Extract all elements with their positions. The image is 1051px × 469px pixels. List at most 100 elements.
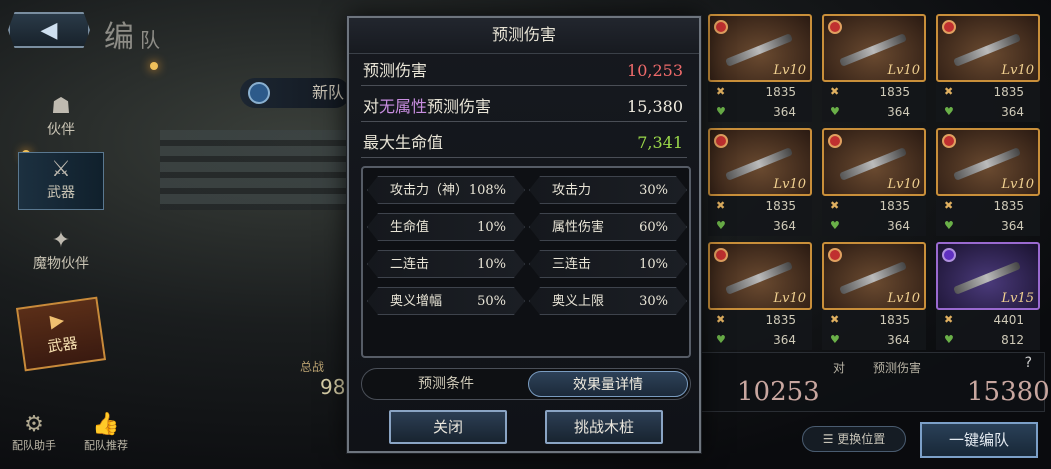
weapon-hp-value: 364: [1001, 219, 1024, 233]
list-icon: ☰: [822, 432, 838, 446]
element-gem-icon: [942, 20, 956, 34]
sidebar-item-monster[interactable]: ✦ 魔物伙伴: [18, 228, 104, 273]
buff-name: 二连击: [390, 257, 430, 272]
tab-effect-details[interactable]: 效果量详情: [528, 371, 688, 397]
weapon-attack-row: ✖ 4401: [936, 310, 1040, 330]
weapon-hp-value: 364: [1001, 105, 1024, 119]
weapon-hp-value: 364: [773, 219, 796, 233]
weapon-card[interactable]: Lv10 ✖ 1835 ♥ 364: [708, 128, 812, 236]
sword-icon: ✖: [944, 313, 954, 326]
dialog-title: 预测伤害: [349, 18, 699, 54]
sidebar-item-partner[interactable]: ☗ 伙伴: [18, 94, 104, 139]
stairs-decoration: [160, 130, 350, 210]
heart-icon: ♥: [716, 219, 726, 232]
buff-item: 属性伤害 60%: [529, 213, 687, 241]
element-gem-icon: [714, 20, 728, 34]
page-title: 编队: [104, 20, 166, 55]
weapon-card[interactable]: Lv10 ✖ 1835 ♥ 364: [936, 14, 1040, 122]
team-name-tag[interactable]: 新队: [240, 78, 350, 108]
close-button[interactable]: 关闭: [389, 410, 507, 444]
weapon-hp-row: ♥ 364: [822, 330, 926, 350]
weapon-attack-row: ✖ 1835: [822, 310, 926, 330]
buff-item: 生命值 10%: [367, 213, 525, 241]
element-gem-icon: [828, 248, 842, 262]
weapon-level: Lv10: [773, 291, 806, 306]
heart-icon: ♥: [830, 219, 840, 232]
weapon-attack-value: 1835: [993, 199, 1024, 213]
heart-icon: ♥: [716, 333, 726, 346]
swap-position-button[interactable]: ☰ 更换位置: [802, 426, 906, 452]
weapon-blade-icon: [839, 261, 907, 295]
weapon-image: Lv10: [936, 14, 1040, 82]
vs-element-damage-row: 对无属性预测伤害 15,380: [361, 92, 687, 122]
tab-prediction-conditions[interactable]: 预测条件: [366, 371, 526, 397]
element-gem-icon: [714, 134, 728, 148]
heart-icon: ♥: [830, 333, 840, 346]
weapon-attack-row: ✖ 1835: [822, 82, 926, 102]
weapon-image: Lv15: [936, 242, 1040, 310]
active-category-badge: ▶ 武器: [15, 296, 107, 372]
weapon-image: Lv10: [936, 128, 1040, 196]
element-gem-icon: [828, 20, 842, 34]
team-assistant-button[interactable]: ⚙ 配队助手: [6, 412, 62, 453]
element-gem-icon: [828, 134, 842, 148]
weapon-card[interactable]: Lv15 ✖ 4401 ♥ 812: [936, 242, 1040, 350]
monster-icon: ✦: [51, 228, 71, 253]
team-recommend-button[interactable]: 👍 配队推荐: [78, 412, 134, 453]
weapon-card[interactable]: Lv10 ✖ 1835 ♥ 364: [822, 128, 926, 236]
dialog-tabs: 预测条件 效果量详情: [361, 368, 691, 400]
challenge-dummy-button[interactable]: 挑战木桩: [545, 410, 663, 444]
weapon-hp-row: ♥ 364: [708, 216, 812, 236]
buff-item: 奥义增幅 50%: [367, 287, 525, 315]
back-button[interactable]: ◀: [8, 12, 90, 48]
weapon-hp-value: 364: [887, 333, 910, 347]
partner-icon: ☗: [51, 94, 71, 119]
weapon-hp-value: 364: [773, 333, 796, 347]
weapon-attack-row: ✖ 1835: [936, 196, 1040, 216]
weapon-hp-row: ♥ 364: [936, 216, 1040, 236]
weapon-card[interactable]: Lv10 ✖ 1835 ♥ 364: [822, 14, 926, 122]
gear-icon: ⚙: [24, 412, 44, 437]
weapon-attack-value: 4401: [993, 313, 1024, 327]
sword-icon: ✖: [944, 199, 954, 212]
heart-icon: ♥: [944, 333, 954, 346]
buff-name: 生命值: [390, 220, 430, 235]
weapon-level: Lv10: [773, 63, 806, 78]
weapon-card[interactable]: Lv10 ✖ 1835 ♥ 364: [708, 242, 812, 350]
weapon-blade-icon: [725, 147, 793, 181]
sidebar-item-weapon[interactable]: ⚔ 武器: [18, 152, 104, 210]
buff-item: 二连击 10%: [367, 250, 525, 278]
weapon-attack-value: 1835: [879, 85, 910, 99]
weapon-hp-row: ♥ 364: [822, 102, 926, 122]
buff-item: 三连击 10%: [529, 250, 687, 278]
help-icon[interactable]: ?: [1025, 355, 1032, 371]
sword-icon: ✖: [944, 85, 954, 98]
element-gem-icon: [942, 134, 956, 148]
buff-value: 10%: [477, 257, 506, 272]
one-click-team-button[interactable]: 一键编队: [920, 422, 1038, 458]
sword-icon: ✖: [716, 199, 726, 212]
damage-summary-panel: 10253 对 预测伤害 15380 ?: [700, 352, 1050, 412]
element-gem-icon: [942, 248, 956, 262]
buff-value: 30%: [639, 183, 668, 198]
team-emblem-icon: [248, 82, 270, 104]
predicted-damage-dialog: 预测伤害 预测伤害 10,253 对无属性预测伤害 15,380 最大生命值 7…: [347, 16, 701, 453]
weapon-card[interactable]: Lv10 ✖ 1835 ♥ 364: [708, 14, 812, 122]
weapon-attack-row: ✖ 1835: [708, 82, 812, 102]
weapon-attack-value: 1835: [765, 85, 796, 99]
vs-damage-label: 预测伤害: [873, 361, 922, 375]
crossed-swords-icon: ⚔: [51, 157, 71, 182]
weapon-image: Lv10: [822, 242, 926, 310]
weapon-hp-row: ♥ 812: [936, 330, 1040, 350]
weapon-blade-icon: [953, 147, 1021, 181]
weapon-card[interactable]: Lv10 ✖ 1835 ♥ 364: [822, 242, 926, 350]
buff-value: 60%: [639, 220, 668, 235]
buff-item: 攻击力 30%: [529, 176, 687, 204]
max-hp-row: 最大生命值 7,341: [361, 128, 687, 158]
weapon-blade-icon: [953, 261, 1021, 295]
buff-detail-box: 攻击力（神） 108% 攻击力 30% 生命值 10% 属性伤害 60% 二连击 10% 三连击 10…: [361, 166, 691, 358]
weapon-hp-value: 812: [1001, 333, 1024, 347]
weapon-card[interactable]: Lv10 ✖ 1835 ♥ 364: [936, 128, 1040, 236]
weapon-hp-value: 364: [887, 105, 910, 119]
weapon-blade-icon: [725, 261, 793, 295]
